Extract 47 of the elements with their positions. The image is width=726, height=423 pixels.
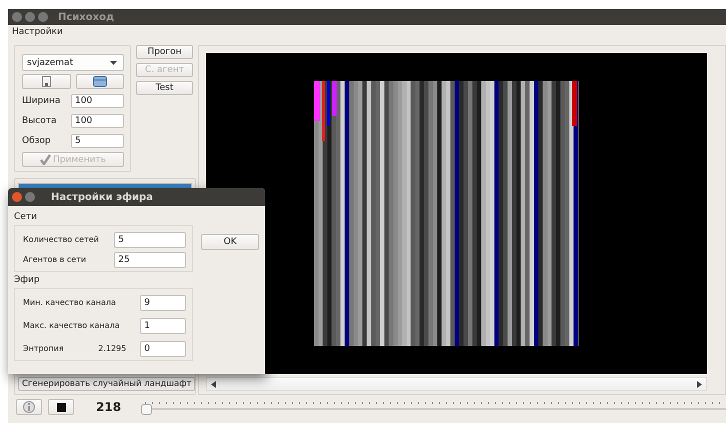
- caret-icon: [110, 60, 117, 64]
- input-field[interactable]: 5: [114, 232, 186, 248]
- input-field[interactable]: 5: [71, 134, 124, 148]
- horizontal-scrollbar[interactable]: [206, 377, 707, 391]
- entropy-value: 2.1295: [98, 344, 126, 353]
- field-label: Обзор: [22, 136, 51, 146]
- maximize-icon[interactable]: [38, 12, 48, 22]
- open-button[interactable]: [76, 74, 124, 89]
- close-icon[interactable]: [12, 12, 22, 22]
- stop-button[interactable]: [48, 399, 74, 415]
- minimize-icon[interactable]: [25, 12, 35, 22]
- menu-item[interactable]: Настройки: [12, 27, 63, 37]
- input-field[interactable]: 9: [140, 294, 186, 310]
- action-button[interactable]: Test: [136, 81, 193, 95]
- slider-handle[interactable]: [141, 404, 152, 415]
- field-label: Энтропия: [23, 344, 65, 353]
- timeline-slider[interactable]: [141, 400, 726, 414]
- close-icon[interactable]: [12, 192, 22, 202]
- info-icon: [23, 401, 35, 413]
- folder-icon: [92, 76, 107, 87]
- field-label: Количество сетей: [23, 235, 100, 244]
- field-label: Макс. качество канала: [23, 321, 121, 330]
- input-field[interactable]: 0: [140, 340, 186, 356]
- right-arrow-icon[interactable]: [697, 380, 702, 388]
- ok-button[interactable]: OK: [201, 234, 259, 250]
- dialog-title: Настройки эфира: [51, 192, 153, 202]
- section-title: Сети: [14, 212, 38, 222]
- stop-icon: [56, 402, 66, 412]
- field-label: Агентов в сети: [23, 255, 88, 264]
- field-label: Ширина: [22, 96, 60, 106]
- window-title: Психоход: [58, 12, 114, 22]
- input-field[interactable]: 100: [71, 94, 124, 108]
- input-field[interactable]: 25: [114, 252, 186, 268]
- field-label: Высота: [22, 116, 56, 126]
- maximize-icon[interactable]: [25, 192, 35, 202]
- input-field[interactable]: 100: [71, 114, 124, 128]
- generate-button[interactable]: Сгенерировать случайный ландшафт: [18, 377, 196, 391]
- left-arrow-icon[interactable]: [211, 380, 216, 388]
- step-counter: 218: [96, 400, 122, 414]
- section-title: Эфир: [14, 275, 41, 285]
- info-button[interactable]: [16, 399, 42, 415]
- delete-button[interactable]: [22, 74, 70, 89]
- preset-dropdown[interactable]: svjazemat: [22, 54, 124, 71]
- action-button[interactable]: Прогон: [136, 45, 193, 59]
- field-label: Мин. качество канала: [23, 298, 117, 307]
- checkmark-icon: [40, 154, 52, 165]
- input-field[interactable]: 1: [140, 318, 186, 334]
